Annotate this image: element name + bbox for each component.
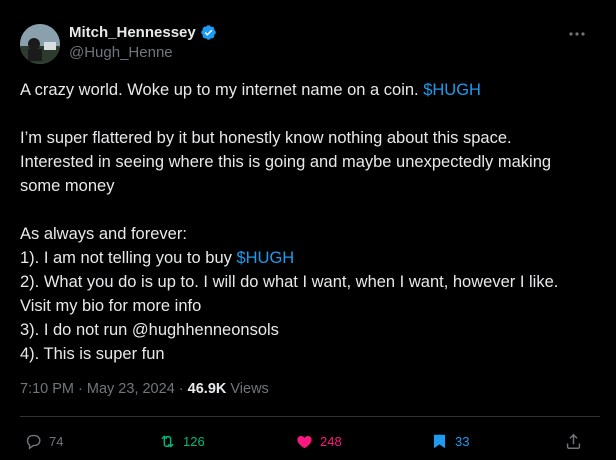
verified-badge-icon bbox=[200, 24, 217, 41]
tweet-line: some money bbox=[20, 174, 600, 198]
like-icon bbox=[297, 435, 312, 448]
author-display-name[interactable]: Mitch_Hennessey bbox=[69, 24, 196, 41]
bookmark-icon bbox=[433, 434, 446, 448]
like-button[interactable]: 248 bbox=[295, 428, 342, 454]
share-icon bbox=[566, 433, 581, 449]
tweet-text-segment: Interested in seeing where this is going… bbox=[20, 153, 552, 171]
tweet-line: 2). What you do is up to. I will do what… bbox=[20, 270, 600, 294]
tweet-detail: Mitch_Hennessey @Hugh_Henne A crazy worl… bbox=[0, 0, 616, 460]
repost-count: 126 bbox=[183, 433, 205, 449]
author-name-row: Mitch_Hennessey bbox=[69, 24, 217, 41]
meta-separator: · bbox=[174, 381, 188, 397]
tweet-text-segment: 4). This is super fun bbox=[20, 345, 165, 363]
action-bar: 74 126 248 33 bbox=[20, 428, 600, 454]
author-handle[interactable]: @Hugh_Henne bbox=[69, 44, 173, 61]
tweet-line: Interested in seeing where this is going… bbox=[20, 150, 600, 174]
reply-count: 74 bbox=[49, 433, 64, 449]
views-count: 46.9K bbox=[187, 381, 227, 397]
bookmark-count: 33 bbox=[455, 433, 470, 449]
tweet-text-segment: some money bbox=[20, 177, 115, 195]
cashtag-link[interactable]: $HUGH bbox=[236, 249, 294, 267]
tweet-text-segment: 2). What you do is up to. I will do what… bbox=[20, 273, 559, 291]
divider bbox=[20, 416, 600, 417]
tweet-line: As always and forever: bbox=[20, 222, 600, 246]
like-count: 248 bbox=[320, 433, 342, 449]
tweet-line: A crazy world. Woke up to my internet na… bbox=[20, 78, 600, 102]
share-button[interactable] bbox=[564, 428, 583, 454]
tweet-line: I’m super flattered by it but honestly k… bbox=[20, 126, 600, 150]
cashtag-link[interactable]: $HUGH bbox=[423, 81, 481, 99]
tweet-line: 1). I am not telling you to buy $HUGH bbox=[20, 246, 600, 270]
tweet-date[interactable]: May 23, 2024 bbox=[87, 381, 175, 397]
bookmark-button[interactable]: 33 bbox=[430, 428, 469, 454]
repost-icon bbox=[161, 434, 174, 448]
meta-separator: · bbox=[74, 381, 87, 397]
tweet-text-segment: 3). I do not run @hughhenneonsols bbox=[20, 321, 279, 339]
tweet-meta: 7:10 PM · May 23, 2024 · 46.9K Views bbox=[20, 381, 269, 397]
tweet-text-segment: I’m super flattered by it but honestly k… bbox=[20, 129, 512, 147]
avatar[interactable] bbox=[20, 24, 60, 64]
tweet-text-segment: 1). I am not telling you to buy bbox=[20, 249, 237, 267]
tweet-text: A crazy world. Woke up to my internet na… bbox=[20, 78, 600, 366]
avatar-image bbox=[20, 24, 60, 64]
tweet-line: 3). I do not run @hughhenneonsols bbox=[20, 318, 600, 342]
tweet-text-segment: As always and forever: bbox=[20, 225, 187, 243]
reply-icon bbox=[26, 434, 41, 450]
tweet-text-segment: Visit my bio for more info bbox=[20, 297, 202, 315]
tweet-line: 4). This is super fun bbox=[20, 342, 600, 366]
tweet-time[interactable]: 7:10 PM bbox=[20, 381, 74, 397]
more-options-icon[interactable] bbox=[566, 26, 588, 42]
views-label: Views bbox=[226, 381, 269, 397]
reply-button[interactable]: 74 bbox=[24, 428, 63, 454]
repost-button[interactable]: 126 bbox=[158, 428, 205, 454]
tweet-line: Visit my bio for more info bbox=[20, 294, 600, 318]
tweet-text-segment: A crazy world. Woke up to my internet na… bbox=[20, 81, 424, 99]
